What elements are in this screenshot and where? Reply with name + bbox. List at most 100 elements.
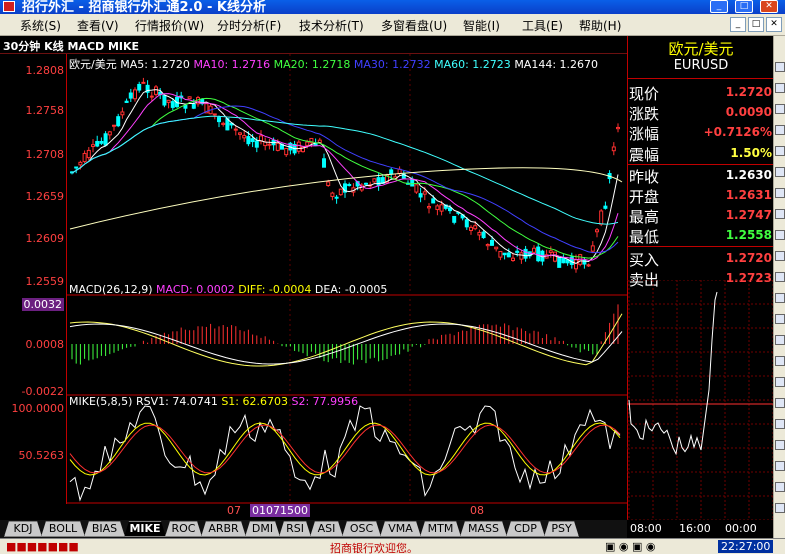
tab-asi[interactable]: ASI [310, 521, 343, 537]
candle-body [481, 231, 486, 239]
tab-mike[interactable]: MIKE [124, 521, 166, 537]
kline-chart[interactable] [0, 54, 627, 504]
candle-body [376, 177, 381, 186]
candle-body [561, 257, 566, 264]
toolbar-tool-button[interactable] [775, 314, 785, 324]
candle-body [91, 144, 95, 147]
candle-body [162, 94, 167, 106]
tab-mtm[interactable]: MTM [420, 521, 461, 537]
candle-body [217, 117, 221, 123]
toolbar-tool-button[interactable] [775, 62, 785, 72]
candle-body [448, 207, 452, 212]
mdi-minimize-button[interactable]: _ [730, 17, 746, 32]
divider [628, 246, 774, 247]
quote-value: 1.2720 [725, 250, 772, 265]
intraday-mini-chart[interactable] [627, 280, 773, 520]
ma-line [71, 89, 619, 264]
toolbar-tool-button[interactable] [775, 335, 785, 345]
tab-osc[interactable]: OSC [342, 521, 381, 537]
candle-body [322, 158, 326, 168]
candle-body [464, 219, 469, 228]
candle-body [191, 103, 196, 109]
quote-row: 最高 1.2747 [628, 205, 774, 226]
candle-body [107, 131, 112, 136]
mdi-close-button[interactable]: ✕ [766, 17, 782, 32]
candle-body [82, 152, 87, 163]
candle-body [170, 101, 175, 108]
menu-smart[interactable]: 智能(I) [463, 17, 500, 34]
title-bar: 招行外汇 - 招商银行外汇通2.0 - K线分析 _ □ ✕ [0, 0, 785, 14]
tab-rsi[interactable]: RSI [279, 521, 311, 537]
toolbar-tool-button[interactable] [775, 398, 785, 408]
maximize-button[interactable]: □ [735, 0, 753, 13]
quote-key: 涨幅 [629, 125, 660, 144]
quote-key: 震幅 [629, 145, 660, 164]
candle-body [498, 250, 503, 258]
toolbar-tool-button[interactable] [775, 83, 785, 93]
toolbar-tool-button[interactable] [775, 125, 785, 135]
x-crosshair-label: 01071500 [250, 504, 310, 517]
candle-body [452, 215, 457, 223]
toolbar-tool-button[interactable] [775, 230, 785, 240]
divider [628, 78, 774, 79]
toolbar-tool-button[interactable] [775, 272, 785, 282]
s1-value: S1: 62.6703 [221, 395, 288, 408]
toolbar-tool-button[interactable] [775, 167, 785, 177]
tab-psy[interactable]: PSY [544, 521, 579, 537]
toolbar-tool-button[interactable] [775, 503, 785, 513]
menu-multiwindow[interactable]: 多窗看盘(U) [381, 17, 447, 34]
toolbar-tool-button[interactable] [775, 251, 785, 261]
toolbar-tool-button[interactable] [775, 209, 785, 219]
menu-intraday[interactable]: 分时分析(F) [217, 17, 281, 34]
toolbar-tool-button[interactable] [775, 104, 785, 114]
toolbar-tool-button[interactable] [775, 440, 785, 450]
candle-body [574, 259, 578, 270]
tab-roc[interactable]: ROC [165, 521, 202, 537]
toolbar-tool-button[interactable] [775, 188, 785, 198]
candle-body [599, 210, 604, 225]
candle-body [519, 252, 524, 260]
tab-vma[interactable]: VMA [380, 521, 421, 537]
mini-x-label: 00:00 [725, 522, 757, 535]
quote-value: 1.2747 [725, 208, 772, 223]
mdi-restore-button[interactable]: □ [748, 17, 764, 32]
tab-bias[interactable]: BIAS [84, 521, 125, 537]
toolbar-tool-button[interactable] [775, 377, 785, 387]
menu-technical[interactable]: 技术分析(T) [299, 17, 364, 34]
menu-view[interactable]: 查看(V) [77, 17, 119, 34]
candle-body [313, 143, 318, 146]
toolbar-tool-button[interactable] [775, 356, 785, 366]
tab-cdp[interactable]: CDP [506, 521, 545, 537]
toolbar-tool-button[interactable] [775, 419, 785, 429]
quote-key: 开盘 [629, 188, 660, 206]
candle-body [435, 205, 440, 211]
candle-body [238, 132, 242, 135]
tab-mass[interactable]: MASS [460, 521, 507, 537]
ma144-line [69, 167, 623, 230]
tab-kdj[interactable]: KDJ [4, 521, 42, 537]
ma10-legend: MA10: 1.2716 [193, 58, 271, 71]
menu-system[interactable]: 系统(S) [20, 17, 61, 34]
chart-header-title: 30分钟 K线 MACD MIKE [3, 40, 140, 53]
minimize-button[interactable]: _ [710, 0, 728, 13]
menu-help[interactable]: 帮助(H) [579, 17, 621, 34]
candle-body [334, 196, 339, 199]
close-button[interactable]: ✕ [760, 0, 778, 13]
menu-quotes[interactable]: 行情报价(W) [135, 17, 204, 34]
status-time: 22:27:00 [718, 540, 774, 553]
tab-arbr[interactable]: ARBR [201, 521, 246, 537]
candle-body [439, 204, 444, 212]
toolbar-tool-button[interactable] [775, 293, 785, 303]
candle-body [347, 183, 352, 187]
candle-body [275, 142, 280, 151]
candle-body [511, 257, 515, 262]
toolbar-tool-button[interactable] [775, 461, 785, 471]
candle-body [128, 92, 133, 99]
toolbar-tool-button[interactable] [775, 146, 785, 156]
menu-tools[interactable]: 工具(E) [522, 17, 563, 34]
tab-dmi[interactable]: DMI [245, 521, 280, 537]
candle-body [490, 239, 494, 246]
tab-boll[interactable]: BOLL [41, 521, 85, 537]
toolbar-tool-button[interactable] [775, 482, 785, 492]
candle-body [254, 140, 259, 148]
